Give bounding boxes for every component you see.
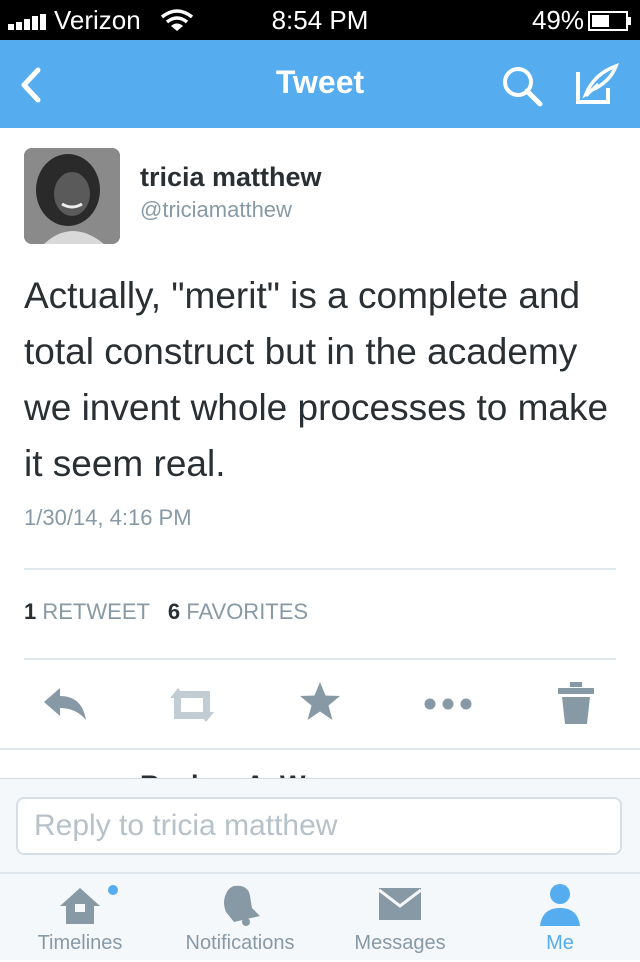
bell-icon <box>224 885 260 926</box>
tab-bar: Timelines Notifications Messages Me <box>0 872 640 960</box>
retweet-count: 1 <box>24 599 37 624</box>
person-icon <box>540 884 580 926</box>
reply-icon[interactable] <box>40 680 90 730</box>
retweet-label: RETWEET <box>42 599 150 624</box>
tweet-actions <box>0 680 640 730</box>
reply-tweet-preview[interactable]: Reuben A. Warner <box>0 748 640 780</box>
home-icon <box>60 885 118 924</box>
author-handle[interactable]: @triciamatthew <box>140 197 292 223</box>
author-avatar[interactable] <box>24 148 120 244</box>
page-title: Tweet <box>275 64 365 100</box>
delete-trash-icon[interactable] <box>556 680 596 726</box>
tweet-timestamp: 1/30/14, 4:16 PM <box>24 505 192 530</box>
tab-label: Messages <box>354 932 446 954</box>
author-name[interactable]: tricia matthew <box>140 162 322 193</box>
tweet-stats: 1 RETWEET 6 FAVORITES <box>24 599 308 625</box>
divider <box>24 658 616 660</box>
tab-label: Me <box>546 932 574 954</box>
retweets-stat[interactable]: 1 RETWEET <box>24 599 150 624</box>
reply-input[interactable] <box>16 797 622 855</box>
tab-notifications[interactable]: Notifications <box>160 874 320 962</box>
envelope-icon <box>378 888 422 920</box>
tab-me[interactable]: Me <box>480 874 640 962</box>
divider <box>24 568 616 570</box>
status-bar: Verizon 8:54 PM 49% <box>0 0 640 40</box>
navigation-bar: Tweet <box>0 40 640 128</box>
battery-percentage: 49% <box>531 5 584 35</box>
tab-messages[interactable]: Messages <box>320 874 480 962</box>
notification-dot <box>108 885 118 895</box>
tab-label: Notifications <box>185 932 295 954</box>
tab-label: Timelines <box>37 932 123 954</box>
compose-tweet-icon[interactable] <box>574 62 620 108</box>
tab-timelines[interactable]: Timelines <box>0 874 160 962</box>
favorites-stat[interactable]: 6 FAVORITES <box>168 599 308 624</box>
favorite-star-icon[interactable] <box>298 680 342 724</box>
favorites-count: 6 <box>167 599 181 624</box>
search-icon[interactable] <box>500 64 544 108</box>
avatar-photo <box>24 148 120 244</box>
reply-bar <box>0 778 640 873</box>
favorites-label: FAVORITES <box>186 599 309 624</box>
tweet-text: Actually, "merit" is a complete and tota… <box>24 275 609 484</box>
retweet-icon[interactable] <box>164 680 220 730</box>
more-options-icon[interactable] <box>422 680 474 730</box>
battery-icon <box>588 11 631 31</box>
